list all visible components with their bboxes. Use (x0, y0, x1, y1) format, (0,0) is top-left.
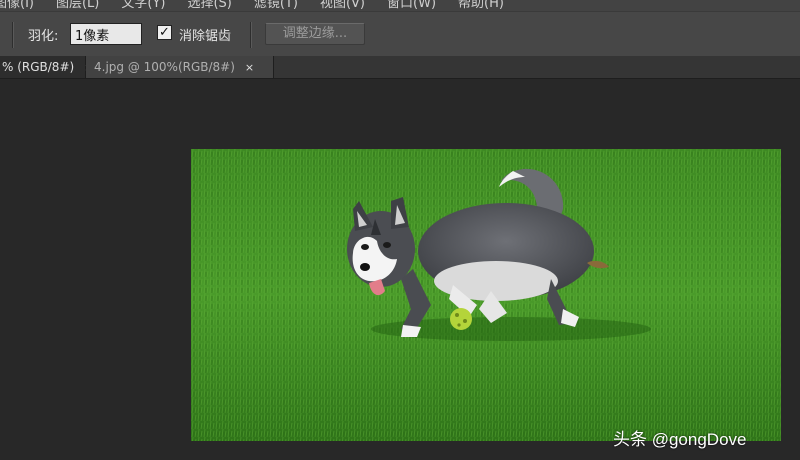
tab-document-1[interactable]: % (RGB/8#)× (0, 56, 93, 78)
menu-window[interactable]: 窗口(W) (387, 0, 436, 11)
close-icon[interactable]: × (245, 57, 254, 79)
options-bar: 羽化: ✓ 消除锯齿 调整边缘... (0, 11, 800, 57)
husky-puppy-photo[interactable] (191, 149, 781, 441)
tab-label: % (RGB/8#) (2, 60, 75, 74)
feather-label: 羽化: (28, 29, 59, 44)
menu-help[interactable]: 帮助(H) (458, 0, 504, 11)
watermark-text: 头条 @gongDove (613, 430, 747, 449)
menu-image[interactable]: 图像(I) (0, 0, 34, 11)
tab-document-2[interactable]: 4.jpg @ 100%(RGB/8#) × (86, 56, 274, 78)
refine-edge-button[interactable]: 调整边缘... (265, 23, 365, 45)
menu-filter[interactable]: 滤镜(T) (254, 0, 298, 11)
toolbar-separator (12, 22, 14, 48)
menu-type[interactable]: 文字(Y) (121, 0, 165, 11)
antialias-label[interactable]: 消除锯齿 (179, 25, 231, 44)
menu-view[interactable]: 视图(V) (320, 0, 365, 11)
tab-label: 4.jpg @ 100%(RGB/8#) (94, 60, 235, 74)
feather-input[interactable] (70, 23, 142, 45)
toolbar-separator (250, 22, 252, 48)
document-tab-bar: % (RGB/8#)× 4.jpg @ 100%(RGB/8#) × (0, 56, 800, 79)
menu-select[interactable]: 选择(S) (187, 0, 231, 11)
menu-layer[interactable]: 图层(L) (56, 0, 99, 11)
antialias-checkbox[interactable]: ✓ (157, 25, 172, 40)
menu-bar: 图像(I) 图层(L) 文字(Y) 选择(S) 滤镜(T) 视图(V) 窗口(W… (0, 0, 800, 11)
